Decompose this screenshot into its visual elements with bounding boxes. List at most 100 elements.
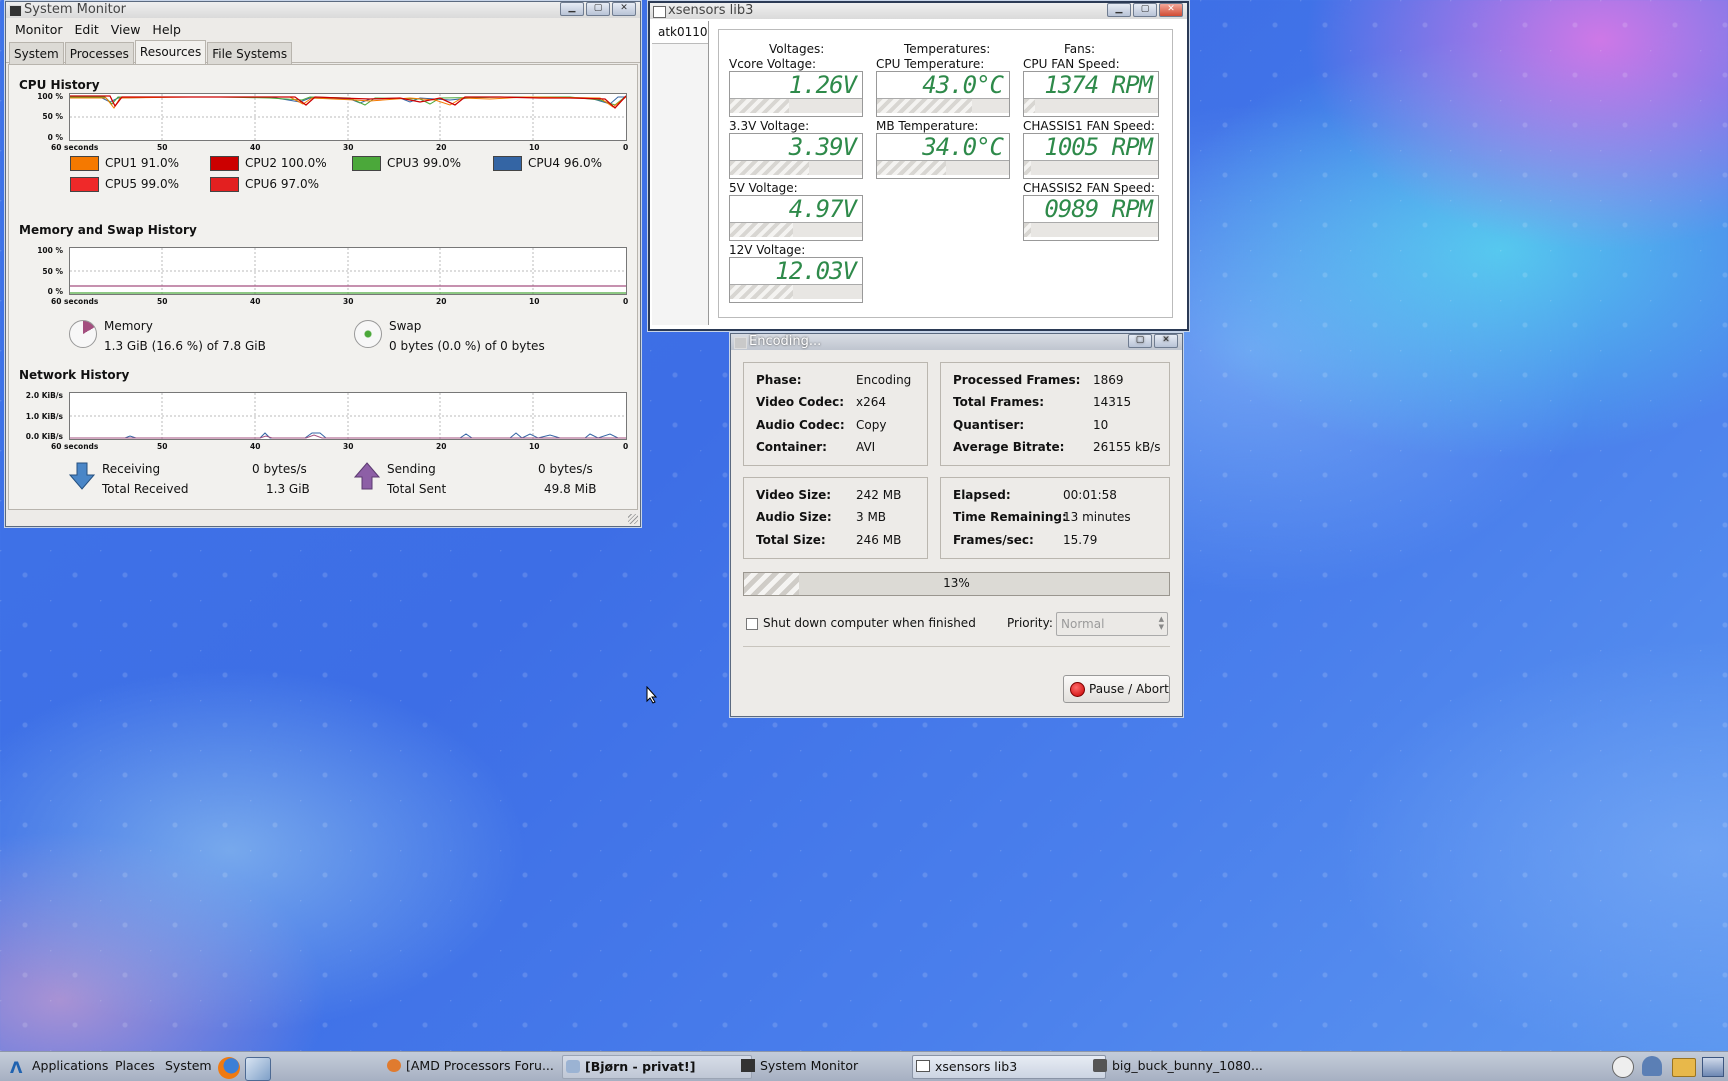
total-sent-label: Total Sent (387, 482, 447, 496)
shutdown-label[interactable]: Shut down computer when finished (763, 616, 976, 630)
user-icon[interactable] (1642, 1056, 1662, 1076)
cpu4-value: 96.0% (563, 156, 602, 170)
cpu-history-graph (69, 93, 627, 141)
cpu2-legend[interactable]: CPU2 100.0% (210, 156, 327, 171)
sensor-label: 5V Voltage: (729, 181, 798, 195)
network-status-icon[interactable] (1702, 1057, 1724, 1077)
task-bjorn-privat[interactable]: [Bjørn - privat!] (562, 1055, 752, 1079)
frames-per-sec-label: Frames/sec: (953, 533, 1034, 547)
menu-view[interactable]: View (106, 20, 146, 39)
memory-pie-icon[interactable] (69, 320, 97, 348)
cpu-ytick: 100 % (37, 92, 63, 101)
cpu5-legend[interactable]: CPU5 99.0% (70, 177, 179, 192)
sending-arrow-icon[interactable] (353, 462, 381, 490)
cpu5-value: 99.0% (140, 177, 179, 191)
clock-icon[interactable] (1612, 1056, 1634, 1078)
tab-file-systems[interactable]: File Systems (207, 42, 293, 64)
net-xtick: 50 (157, 442, 168, 451)
encoding-titlebar[interactable]: Encoding... ▢ ✕ (731, 334, 1182, 350)
cpu4-legend[interactable]: CPU4 96.0% (493, 156, 602, 171)
audio-codec-value: Copy (856, 418, 887, 432)
cpu3-legend[interactable]: CPU3 99.0% (352, 156, 461, 171)
mem-ytick: 100 % (37, 246, 63, 255)
task-xsensors[interactable]: xsensors lib3 (912, 1055, 1106, 1079)
pause-abort-button[interactable]: Pause / Abort (1063, 675, 1170, 703)
chat-icon (566, 1060, 580, 1073)
sensor-label: CHASSIS2 FAN Speed: (1023, 181, 1155, 195)
cpu4-label: CPU4 (528, 156, 561, 170)
cpu-xtick: 40 (250, 143, 261, 152)
email-launcher-icon[interactable] (245, 1057, 271, 1081)
minimize-button[interactable]: ▁ (1107, 3, 1131, 17)
stop-icon (1070, 682, 1085, 697)
tab-resources[interactable]: Resources (134, 40, 207, 64)
phase-value: Encoding (856, 373, 912, 387)
applications-menu[interactable]: Λ Applications (4, 1055, 108, 1077)
minimize-button[interactable]: ▁ (560, 2, 584, 16)
sensor-label: MB Temperature: (876, 119, 979, 133)
close-button[interactable]: ✕ (612, 2, 636, 16)
menu-monitor[interactable]: Monitor (10, 20, 68, 39)
sensor-readout: 1.26V (788, 71, 857, 99)
audio-codec-label: Audio Codec: (756, 418, 845, 432)
encoder-icon (1093, 1059, 1107, 1072)
cpu5-color-swatch[interactable] (70, 177, 99, 192)
sensor-label: 3.3V Voltage: (729, 119, 810, 133)
audio-size-value: 3 MB (856, 510, 887, 524)
maximize-button[interactable]: ▢ (586, 2, 610, 16)
memory-value: 1.3 GiB (16.6 %) of 7.8 GiB (104, 339, 266, 353)
encoding-progress-bar: 13% (743, 572, 1170, 596)
memory-label: Memory (104, 319, 153, 333)
task-amd-forum[interactable]: [AMD Processors Foru... (384, 1055, 576, 1077)
swap-label: Swap (389, 319, 422, 333)
cpu-xtick: 0 (623, 143, 629, 152)
cpu4-color-swatch[interactable] (493, 156, 522, 171)
menu-edit[interactable]: Edit (70, 20, 104, 39)
cpu-xtick: 50 (157, 143, 168, 152)
cpu6-color-swatch[interactable] (210, 177, 239, 192)
network-history-heading: Network History (19, 368, 130, 382)
system-menu[interactable]: System (163, 1055, 212, 1077)
processed-frames-value: 1869 (1093, 373, 1124, 387)
sensor-level-bar (1024, 222, 1158, 237)
xsensors-title: xsensors lib3 (668, 3, 754, 18)
mb-temp-sensor: MB Temperature: 34.0°C (876, 119, 1010, 179)
tab-processes[interactable]: Processes (64, 42, 134, 64)
total-size-value: 246 MB (856, 533, 902, 547)
cpu1-legend[interactable]: CPU1 91.0% (70, 156, 179, 171)
firefox-launcher-icon[interactable] (218, 1057, 240, 1079)
chip-tab-atk0110[interactable]: atk0110 (652, 21, 708, 44)
cpu2-value: 100.0% (280, 156, 327, 170)
video-size-label: Video Size: (756, 488, 832, 502)
shutdown-checkbox[interactable] (746, 618, 758, 630)
mem-xtick: 60 seconds (51, 297, 99, 306)
xsensors-window: xsensors lib3 ▁ ▢ ✕ atk0110 Voltages: Te… (648, 1, 1189, 331)
mem-ytick: 0 % (47, 287, 63, 296)
resize-grip[interactable] (628, 514, 638, 524)
close-button[interactable]: ✕ (1159, 3, 1183, 17)
menu-help[interactable]: Help (147, 20, 186, 39)
receiving-arrow-icon[interactable] (68, 462, 96, 490)
maximize-button[interactable]: ▢ (1128, 334, 1152, 348)
sensor-label: 12V Voltage: (729, 243, 806, 257)
frames-info-frame: Processed Frames: 1869 Total Frames: 143… (940, 362, 1170, 466)
close-button[interactable]: ✕ (1154, 334, 1178, 348)
cpu3-color-swatch[interactable] (352, 156, 381, 171)
total-received-value: 1.3 GiB (266, 482, 310, 496)
mem-xtick: 40 (250, 297, 261, 306)
maximize-button[interactable]: ▢ (1133, 3, 1157, 17)
cpu1-color-swatch[interactable] (70, 156, 99, 171)
cpu1-label: CPU1 (105, 156, 138, 170)
net-xtick: 30 (343, 442, 354, 451)
places-menu[interactable]: Places (113, 1055, 155, 1077)
folder-icon[interactable] (1672, 1058, 1696, 1077)
task-system-monitor[interactable]: System Monitor (738, 1055, 922, 1077)
priority-select[interactable]: Normal ▲ ▼ (1056, 612, 1168, 636)
system-monitor-titlebar[interactable]: System Monitor ▁ ▢ ✕ (6, 2, 640, 18)
task-big-buck-bunny[interactable]: big_buck_bunny_1080... (1090, 1055, 1282, 1077)
xsensors-titlebar[interactable]: xsensors lib3 ▁ ▢ ✕ (650, 3, 1187, 19)
tab-system[interactable]: System (9, 42, 64, 64)
cpu6-legend[interactable]: CPU6 97.0% (210, 177, 319, 192)
cpu2-color-swatch[interactable] (210, 156, 239, 171)
swap-pie-icon[interactable] (354, 320, 382, 348)
